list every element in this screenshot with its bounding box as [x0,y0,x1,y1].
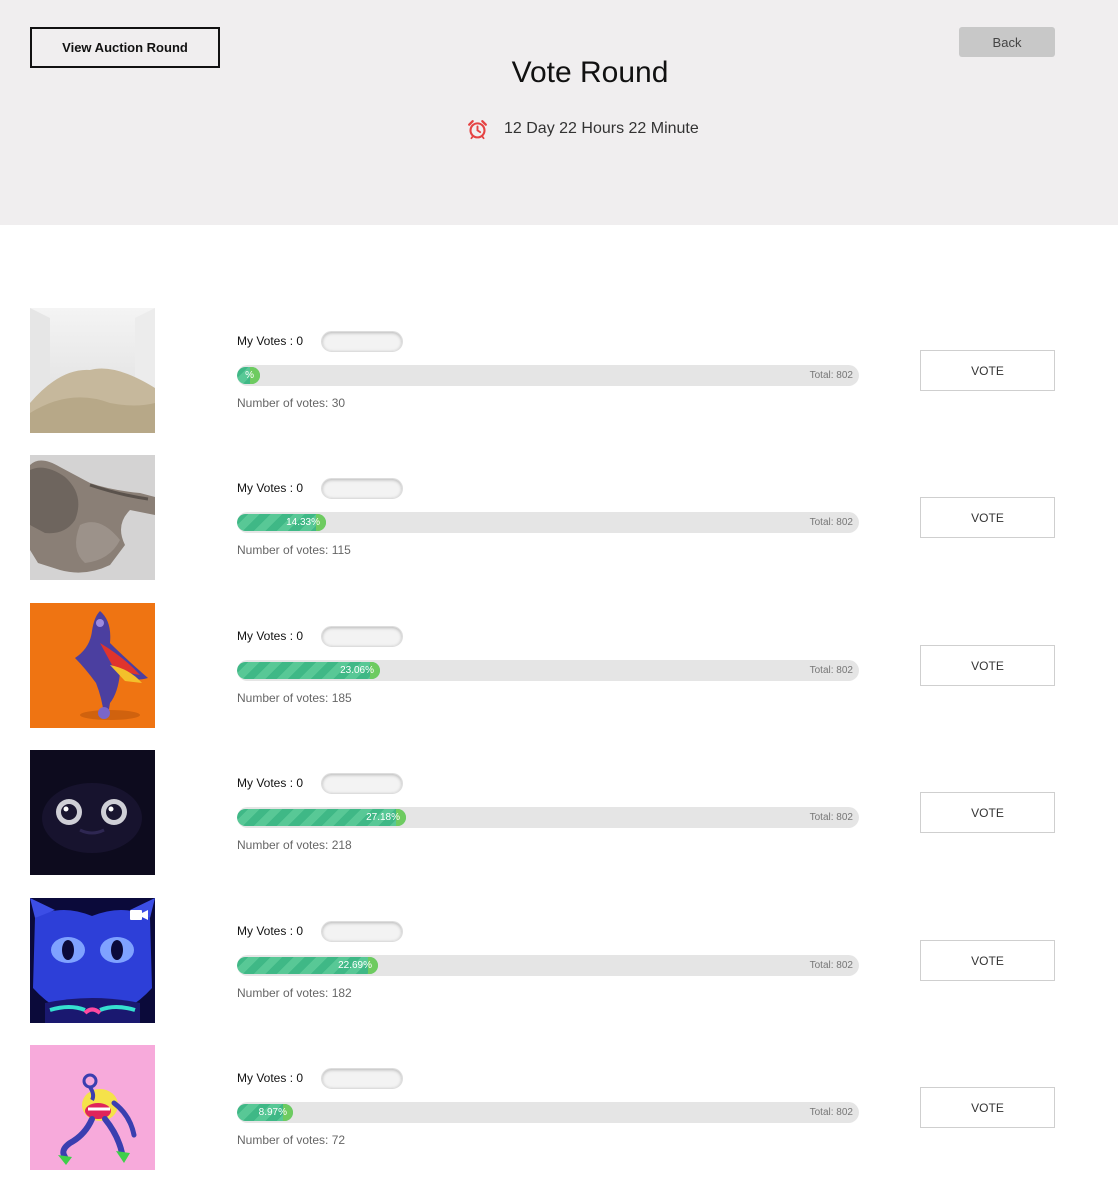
vote-button[interactable]: VOTE [920,497,1055,538]
vote-count-input[interactable] [321,773,403,794]
vote-button[interactable]: VOTE [920,645,1055,686]
vote-entry: My Votes : 0 8.97% Total: 802 Number of … [0,1045,1118,1170]
vote-count-input[interactable] [321,331,403,352]
entry-thumbnail[interactable] [30,750,155,875]
total-votes-label: Total: 802 [809,517,853,528]
vote-progress-bar: 23.06% Total: 802 [237,660,859,681]
my-votes-label: My Votes : 0 [237,924,304,938]
vote-count-input[interactable] [321,478,403,499]
number-of-votes: Number of votes: 218 [237,838,352,852]
entry-thumbnail[interactable] [30,308,155,433]
vote-progress-bar: 14.33% Total: 802 [237,512,859,533]
vote-progress-bar: 8.97% Total: 802 [237,1102,859,1123]
vote-entry: My Votes : 0 14.33% Total: 802 Number of… [0,455,1118,580]
vote-button[interactable]: VOTE [920,792,1055,833]
number-of-votes: Number of votes: 30 [237,396,346,410]
vote-button[interactable]: VOTE [920,940,1055,981]
page-title: Vote Round [511,56,669,89]
vote-progress-bar: 27.18% Total: 802 [237,807,859,828]
vote-entry: My Votes : 0 23.06% Total: 802 Number of… [0,603,1118,728]
vote-button[interactable]: VOTE [920,1087,1055,1128]
vote-percent-label: 27.18% [366,812,400,823]
vote-entry: My Votes : 0 22.69% Total: 802 Number of… [0,898,1118,1023]
entry-thumbnail[interactable] [30,455,155,580]
my-votes-label: My Votes : 0 [237,481,304,495]
total-votes-label: Total: 802 [809,960,853,971]
vote-count-input[interactable] [321,921,403,942]
vote-progress-bar: % Total: 802 [237,365,859,386]
vote-percent-label: 22.69% [338,960,372,971]
vote-percent-label: % [245,370,254,381]
my-votes-label: My Votes : 0 [237,629,304,643]
countdown-timer: 12 Day 22 Hours 22 Minute [467,117,699,141]
vote-entry: My Votes : 0 27.18% Total: 802 Number of… [0,750,1118,875]
total-votes-label: Total: 802 [809,1107,853,1118]
back-button[interactable]: Back [959,27,1055,57]
vote-count-input[interactable] [321,1068,403,1089]
vote-percent-label: 14.33% [286,517,320,528]
alarm-clock-icon [468,119,487,139]
total-votes-label: Total: 802 [809,665,853,676]
page-header: View Auction Round Back Vote Round 12 Da… [0,0,1118,225]
number-of-votes: Number of votes: 72 [237,1133,346,1147]
my-votes-label: My Votes : 0 [237,334,304,348]
vote-percent-label: 8.97% [258,1107,287,1118]
entry-thumbnail[interactable] [30,603,155,728]
number-of-votes: Number of votes: 115 [237,543,351,557]
entry-thumbnail[interactable] [30,898,155,1023]
total-votes-label: Total: 802 [809,812,853,823]
vote-button[interactable]: VOTE [920,350,1055,391]
vote-percent-label: 23.06% [340,665,374,676]
vote-count-input[interactable] [321,626,403,647]
countdown-text: 12 Day 22 Hours 22 Minute [504,120,699,137]
total-votes-label: Total: 802 [809,370,853,381]
my-votes-label: My Votes : 0 [237,1071,304,1085]
my-votes-label: My Votes : 0 [237,776,304,790]
entry-thumbnail[interactable] [30,1045,155,1170]
vote-entry: My Votes : 0 % Total: 802 Number of vote… [0,308,1118,433]
number-of-votes: Number of votes: 182 [237,986,352,1000]
vote-progress-bar: 22.69% Total: 802 [237,955,859,976]
number-of-votes: Number of votes: 185 [237,691,352,705]
